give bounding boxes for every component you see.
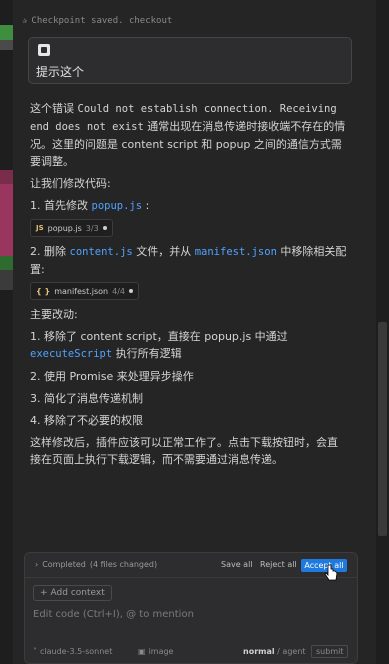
changes-status-bar: › Completed (4 files changed) Save all R… — [25, 553, 357, 581]
plus-icon: + — [40, 588, 48, 598]
submit-button[interactable]: submit — [311, 645, 349, 658]
model-name: claude-3.5-sonnet — [40, 647, 113, 656]
status-count: (4 files changed) — [89, 560, 158, 569]
change-item: 1. 移除了 content script，直接在 popup.js 中通过 e… — [30, 328, 348, 363]
file-chip-name: manifest.json — [54, 286, 109, 296]
editor-gutter — [0, 0, 13, 664]
gutter-added-marker — [0, 256, 13, 270]
save-all-button[interactable]: Save all — [221, 560, 253, 569]
change-item: 2. 使用 Promise 来处理异步操作 — [30, 370, 194, 383]
mode-selector[interactable]: normal / agent — [243, 647, 306, 656]
user-message-text: 提示这个 — [36, 65, 85, 79]
composer-input[interactable]: Edit code (Ctrl+I), @ to mention — [33, 609, 194, 620]
gutter-marker — [0, 270, 13, 290]
step-text: 1. 首先修改 — [30, 199, 88, 212]
image-icon: ▣ — [138, 647, 146, 656]
user-badge-icon — [38, 44, 50, 56]
checkpoint-text: Checkpoint saved. checkout — [31, 16, 173, 26]
user-message[interactable]: 提示这个 — [28, 37, 352, 84]
json-file-icon: { } — [36, 286, 51, 296]
answer-text: 这个错误 — [30, 102, 74, 115]
change-item: 4. 移除了不必要的权限 — [30, 414, 143, 427]
model-selector[interactable]: ˅ claude-3.5-sonnet — [33, 647, 112, 656]
composer-footer: ˅ claude-3.5-sonnet ▣ image normal / age… — [33, 645, 351, 659]
add-context-label: Add context — [50, 588, 105, 598]
file-chip-popup-js[interactable]: JS popup.js 3/3 — [30, 219, 113, 237]
reject-all-button[interactable]: Reject all — [260, 560, 297, 569]
code-ref-executescript[interactable]: executeScript — [30, 348, 112, 360]
code-ref-manifest-json[interactable]: manifest.json — [195, 246, 277, 258]
add-context-button[interactable]: + Add context — [33, 585, 112, 601]
step-1: 1. 首先修改 popup.js : — [30, 197, 348, 215]
changes-title: 主要改动: — [30, 308, 78, 321]
scrollbar-thumb[interactable] — [378, 322, 387, 536]
image-button[interactable]: ▣ image — [138, 647, 173, 656]
gutter-removed-marker — [0, 184, 13, 256]
status-dot-icon — [102, 226, 107, 230]
checkpoint-line[interactable]: ✰ Checkpoint saved. checkout — [22, 16, 172, 26]
status-text: Completed — [42, 560, 86, 569]
change-text: 1. 移除了 content script，直接在 popup.js 中通过 — [30, 330, 288, 343]
gutter-added-marker — [0, 25, 13, 40]
step-2: 2. 删除 content.js 文件，并从 manifest.json 中移除… — [30, 243, 348, 278]
code-ref-content-js[interactable]: content.js — [70, 246, 133, 258]
file-chip-count: 4/4 — [112, 286, 125, 296]
gutter-marker — [0, 40, 13, 50]
answer-intro: 让我们修改代码: — [30, 177, 111, 190]
change-item: 3. 简化了消息传递机制 — [30, 392, 143, 405]
chevron-right-icon: › — [35, 560, 39, 569]
file-chip-count: 3/3 — [85, 223, 99, 233]
code-ref-popup-js[interactable]: popup.js — [92, 200, 143, 212]
completed-status[interactable]: › Completed (4 files changed) — [35, 560, 157, 569]
step-text: 文件，并从 — [136, 245, 192, 258]
mode-agent: / agent — [277, 647, 306, 656]
gutter-removed-marker — [0, 170, 13, 184]
file-chip-manifest-json[interactable]: { } manifest.json 4/4 — [30, 282, 139, 300]
chevron-down-icon: ˅ — [33, 647, 37, 656]
mode-normal: normal — [243, 647, 275, 656]
change-text: 执行所有逻辑 — [115, 347, 182, 360]
assistant-answer: 这个错误 Could not establish connection. Rec… — [30, 100, 348, 473]
closing-paragraph: 这样修改后，插件应该可以正常工作了。点击下载按钮时，会直接在页面上执行下载逻辑，… — [30, 436, 338, 466]
step-text: 2. 删除 — [30, 245, 66, 258]
js-file-icon: JS — [36, 223, 44, 232]
status-dot-icon — [129, 289, 133, 293]
checkpoint-icon: ✰ — [22, 16, 28, 26]
cursor-hand-icon — [324, 564, 338, 581]
file-chip-name: popup.js — [47, 223, 82, 233]
image-label: image — [148, 647, 174, 656]
answer-paragraph: 这个错误 Could not establish connection. Rec… — [30, 100, 348, 170]
step-text: : — [145, 199, 150, 212]
composer: › Completed (4 files changed) Save all R… — [24, 552, 358, 664]
